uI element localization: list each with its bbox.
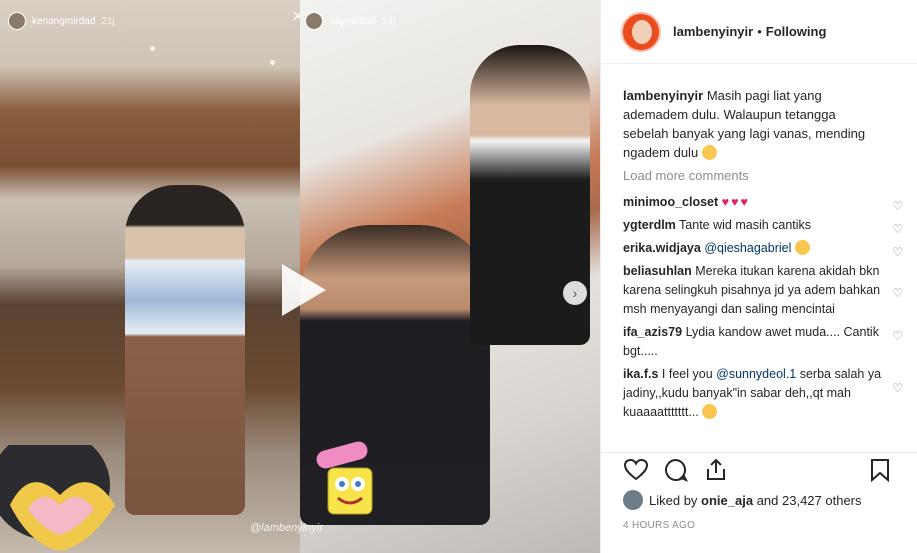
likes-prefix: Liked by [649,492,698,508]
watermark: @lambenyinyir [250,522,323,534]
bookmark-icon[interactable] [867,457,893,483]
story-avatar [8,12,26,30]
likes-count[interactable]: and 23,427 others [757,493,862,508]
story-time: 21j [101,15,115,27]
small-heart-icon[interactable]: ♡ [892,197,903,216]
comment: ika.f.s I feel you @sunnydeol.1 serba sa… [623,365,903,422]
comment: beliasuhlan Mereka itukan karena akidah … [623,262,903,319]
small-heart-icon[interactable]: ♡ [892,327,903,346]
comment: erika.widjaya @qieshagabriel ♡ [623,239,903,259]
small-heart-icon[interactable]: ♡ [892,243,903,262]
avatar[interactable] [621,11,661,52]
likes-username[interactable]: onie_aja [701,493,753,508]
comment-username[interactable]: minimoo_closet [623,195,718,209]
post-timestamp: 4 HOURS AGO [623,520,696,531]
instagram-post-view: kenangmirdad 21j ✕ naymirdad 19j › @lamb… [0,0,917,553]
comment-username[interactable]: ygterdlm [623,218,676,232]
post-video[interactable]: kenangmirdad 21j ✕ naymirdad 19j › @lamb… [0,0,600,553]
comment: ygterdlm Tante wid masih cantiks ♡ [623,216,903,236]
story-username: naymirdad [329,15,376,27]
heart-hands-sticker [0,445,115,551]
action-icons [623,457,729,483]
following-button[interactable]: Following [766,24,827,39]
action-bar: Liked by onie_aja and 23,427 others 4 HO… [601,452,917,553]
avatar[interactable] [623,490,643,510]
comment-mention[interactable]: @qieshagabriel [704,241,791,255]
story-username: kenangmirdad [32,15,96,27]
comments-list[interactable]: lambenyinyir Masih pagi liat yang ademad… [601,64,917,452]
comment-text: I feel you [661,367,713,381]
post-side-panel: lambenyinyir • Following lambenyinyir Ma… [600,0,917,553]
laughing-emoji-icon [794,240,810,255]
caption: lambenyinyir Masih pagi liat yang ademad… [623,86,883,162]
ceiling-light [270,60,275,65]
small-heart-icon[interactable]: ♡ [892,379,903,398]
woman-in-floral-top [125,185,245,515]
right-story-header: naymirdad 19j [305,12,395,30]
chevron-right-icon[interactable]: › [563,281,587,305]
comment-username[interactable]: ifa_azis79 [623,325,682,339]
smiling-emoji-icon [701,145,717,160]
hearts-emoji-icon: ♥♥♥ [721,195,750,209]
small-heart-icon[interactable]: ♡ [892,220,903,239]
comment-username[interactable]: erika.widjaya [623,241,701,255]
story-time: 19j [381,15,396,27]
play-icon[interactable] [266,256,334,324]
share-arrow-icon[interactable] [703,457,729,483]
likes-summary: Liked by onie_aja and 23,427 others [623,490,862,510]
post-header: lambenyinyir • Following [601,0,917,64]
ceiling-light [150,46,155,51]
post-username[interactable]: lambenyinyir [673,24,753,39]
comment-username[interactable]: beliasuhlan [623,264,692,278]
sunglasses-emoji-icon [702,404,718,419]
load-more-comments-link[interactable]: Load more comments [623,168,917,183]
comment-username[interactable]: ika.f.s [623,367,658,381]
comment-mention[interactable]: @sunnydeol.1 [716,367,796,381]
comment: minimoo_closet ♥♥♥ ♡ [623,193,903,213]
separator-dot: • [757,24,762,39]
caption-username[interactable]: lambenyinyir [623,88,703,103]
comment-text: Tante wid masih cantiks [679,218,812,232]
left-story-header: kenangmirdad 21j [8,12,115,30]
small-heart-icon[interactable]: ♡ [892,284,903,303]
close-icon: ✕ [292,8,304,24]
heart-outline-icon[interactable] [623,457,649,483]
comment: ifa_azis79 Lydia kandow awet muda.... Ca… [623,323,903,361]
comment-bubble-icon[interactable] [663,457,689,483]
story-avatar [305,12,323,30]
spongebob-sticker [316,441,373,515]
